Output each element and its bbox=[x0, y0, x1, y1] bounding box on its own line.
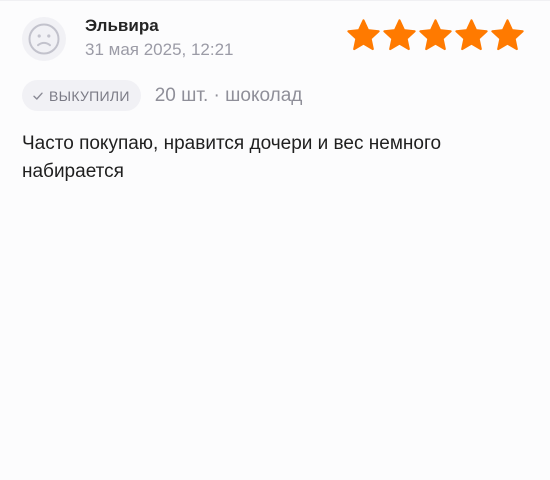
review-date: 31 мая 2025, 12:21 bbox=[85, 40, 234, 59]
author-name: Эльвира bbox=[85, 16, 159, 35]
user-avatar-placeholder-icon bbox=[28, 23, 60, 55]
review-text: Часто покупаю, нравится дочери и вес нем… bbox=[22, 133, 442, 182]
purchase-info: ВЫКУПИЛИ 20 шт. · шоколад bbox=[22, 80, 302, 111]
purchased-badge: ВЫКУПИЛИ bbox=[22, 80, 141, 111]
star-icon bbox=[419, 19, 452, 51]
star-icon bbox=[455, 19, 488, 51]
star-icon bbox=[347, 19, 380, 51]
purchased-badge-label: ВЫКУПИЛИ bbox=[49, 87, 130, 104]
review-card: Эльвира 31 мая 2025, 12:21 ВЫКУПИЛИ 20 ш… bbox=[0, 0, 550, 480]
star-icon bbox=[491, 19, 524, 51]
avatar bbox=[22, 17, 66, 61]
check-icon bbox=[33, 92, 43, 100]
rating-stars bbox=[346, 18, 525, 53]
star-icon bbox=[383, 19, 416, 51]
product-variant: 20 шт. · шоколад bbox=[154, 84, 303, 106]
